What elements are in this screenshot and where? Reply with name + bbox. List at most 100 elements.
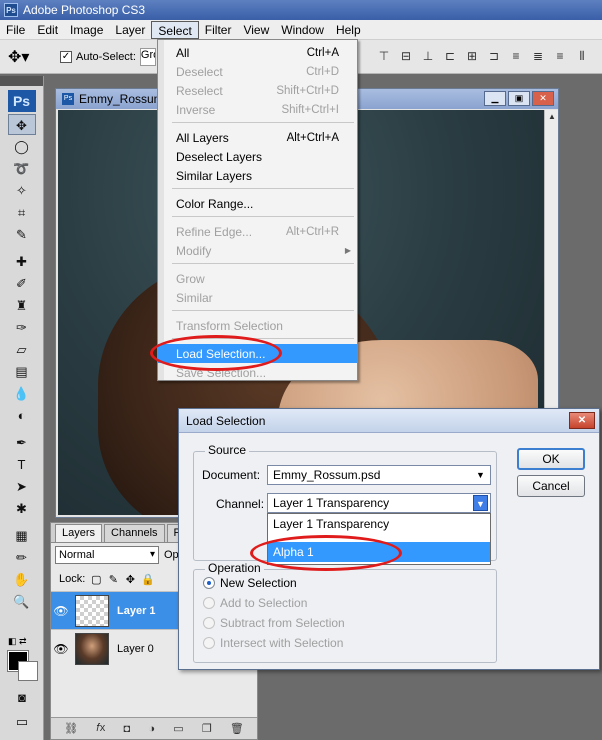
slice-tool-icon[interactable]: ✎ bbox=[8, 224, 36, 245]
auto-select-checkbox[interactable]: ✓ bbox=[60, 50, 72, 63]
menu-layer[interactable]: Layer bbox=[109, 21, 151, 39]
menu-file[interactable]: File bbox=[0, 21, 31, 39]
clone-stamp-tool-icon[interactable]: ♜ bbox=[8, 295, 36, 316]
minimize-icon[interactable]: ▁ bbox=[484, 91, 506, 106]
menu-window[interactable]: Window bbox=[275, 21, 330, 39]
radio-new-selection[interactable]: New Selection bbox=[203, 576, 297, 590]
align-center-icon[interactable]: ⊞ bbox=[464, 48, 480, 64]
align-middle-icon[interactable]: ⊟ bbox=[398, 48, 414, 64]
menu-item-reselect[interactable]: Reselect Shift+Ctrl+D bbox=[158, 81, 357, 100]
chevron-down-icon[interactable]: ▼ bbox=[473, 467, 488, 483]
crop-tool-icon[interactable]: ⌗ bbox=[8, 202, 36, 223]
layer-mask-icon[interactable]: ◘ bbox=[123, 723, 130, 735]
marquee-tool-icon[interactable]: ◯ bbox=[8, 136, 36, 157]
menu-item-deselect[interactable]: Deselect Ctrl+D bbox=[158, 62, 357, 81]
notes-tool-icon[interactable]: ▦ bbox=[8, 525, 36, 546]
tab-layers[interactable]: Layers bbox=[55, 524, 103, 542]
move-tool-icon[interactable]: ✥ bbox=[7, 114, 36, 135]
chevron-down-icon[interactable]: ▼ bbox=[473, 495, 488, 511]
menu-select[interactable]: Select bbox=[151, 20, 199, 39]
menu-view[interactable]: View bbox=[237, 21, 275, 39]
menu-item-color-range[interactable]: Color Range... bbox=[158, 194, 357, 213]
type-tool-icon[interactable]: T bbox=[8, 454, 36, 475]
gradient-tool-icon[interactable]: ▤ bbox=[8, 361, 36, 382]
new-layer-icon[interactable]: ❐ bbox=[202, 722, 212, 735]
close-icon[interactable]: ✕ bbox=[532, 91, 554, 106]
dodge-tool-icon[interactable]: ◐ bbox=[8, 405, 36, 426]
screen-mode-icon[interactable]: ▭ bbox=[8, 711, 36, 732]
visibility-eye-icon[interactable]: 👁 bbox=[51, 642, 71, 656]
radio-button[interactable] bbox=[203, 637, 215, 649]
menu-help[interactable]: Help bbox=[330, 21, 367, 39]
menu-edit[interactable]: Edit bbox=[31, 21, 64, 39]
auto-select-dropdown[interactable]: Gro bbox=[139, 47, 156, 66]
history-brush-tool-icon[interactable]: ✑ bbox=[8, 317, 36, 338]
tab-channels[interactable]: Channels bbox=[104, 524, 165, 542]
path-selection-tool-icon[interactable]: ➤ bbox=[8, 476, 36, 497]
lock-position-icon[interactable]: ✥ bbox=[124, 573, 136, 586]
healing-brush-tool-icon[interactable]: ✚ bbox=[8, 251, 36, 272]
scroll-up-icon[interactable]: ▲ bbox=[545, 110, 559, 124]
menu-item-similar[interactable]: Similar bbox=[158, 288, 357, 307]
eraser-tool-icon[interactable]: ▱ bbox=[8, 339, 36, 360]
default-colors-icon[interactable]: ◧ ⇄ bbox=[8, 636, 27, 647]
background-color-swatch[interactable] bbox=[18, 661, 38, 681]
distribute-middle-icon[interactable]: ≣ bbox=[530, 48, 546, 64]
tools-panel-grip[interactable] bbox=[0, 76, 43, 86]
lasso-tool-icon[interactable]: ➰ bbox=[8, 158, 36, 179]
lock-all-icon[interactable]: 🔒 bbox=[141, 573, 155, 586]
link-layers-icon[interactable]: ⛓ bbox=[64, 722, 78, 735]
menu-item-grow[interactable]: Grow bbox=[158, 269, 357, 288]
channel-option-alpha-1[interactable]: Alpha 1 bbox=[268, 542, 490, 562]
brush-tool-icon[interactable]: ✐ bbox=[8, 273, 36, 294]
radio-button[interactable] bbox=[203, 597, 215, 609]
quick-mask-icon[interactable]: ◙ bbox=[8, 687, 36, 708]
align-right-icon[interactable]: ⊐ bbox=[486, 48, 502, 64]
distribute-top-icon[interactable]: ≡ bbox=[508, 48, 524, 64]
align-left-icon[interactable]: ⊏ bbox=[442, 48, 458, 64]
menu-item-modify[interactable]: Modify ▶ bbox=[158, 241, 357, 260]
blur-tool-icon[interactable]: 💧 bbox=[8, 383, 36, 404]
lock-image-icon[interactable]: ✎ bbox=[107, 573, 119, 586]
photoshop-tools-logo-icon[interactable]: Ps bbox=[7, 90, 36, 112]
radio-subtract-from-selection[interactable]: Subtract from Selection bbox=[203, 616, 345, 630]
channel-select[interactable]: Layer 1 Transparency ▼ bbox=[267, 493, 491, 513]
radio-intersect-with-selection[interactable]: Intersect with Selection bbox=[203, 636, 343, 650]
menu-item-all-layers[interactable]: All Layers Alt+Ctrl+A bbox=[158, 128, 357, 147]
distribute-left-icon[interactable]: ⦀ bbox=[574, 48, 590, 64]
menu-item-all[interactable]: All Ctrl+A bbox=[158, 43, 357, 62]
shape-tool-icon[interactable]: ✱ bbox=[8, 498, 36, 519]
pen-tool-icon[interactable]: ✒ bbox=[8, 432, 36, 453]
align-bottom-icon[interactable]: ⊥ bbox=[420, 48, 436, 64]
distribute-center-icon[interactable]: ⦀ bbox=[596, 48, 602, 64]
dialog-close-icon[interactable]: ✕ bbox=[569, 412, 595, 429]
menu-item-load-selection[interactable]: Load Selection... bbox=[158, 344, 357, 363]
zoom-tool-icon[interactable]: 🔍 bbox=[8, 591, 36, 612]
lock-transparent-icon[interactable]: ▢ bbox=[90, 573, 102, 586]
maximize-icon[interactable]: ▣ bbox=[508, 91, 530, 106]
menu-item-deselect-layers[interactable]: Deselect Layers bbox=[158, 147, 357, 166]
move-tool-preset-icon[interactable]: ✥▾ bbox=[8, 46, 42, 68]
adjustment-layer-icon[interactable]: ◑ bbox=[148, 723, 155, 735]
radio-button[interactable] bbox=[203, 577, 215, 589]
new-group-icon[interactable]: ▭ bbox=[173, 722, 183, 735]
menu-image[interactable]: Image bbox=[64, 21, 109, 39]
hand-tool-icon[interactable]: ✋ bbox=[8, 569, 36, 590]
menu-item-similar-layers[interactable]: Similar Layers bbox=[158, 166, 357, 185]
distribute-bottom-icon[interactable]: ≡ bbox=[552, 48, 568, 64]
cancel-button[interactable]: Cancel bbox=[517, 475, 585, 497]
visibility-eye-icon[interactable]: 👁 bbox=[51, 604, 71, 618]
align-top-icon[interactable]: ⊤ bbox=[376, 48, 392, 64]
layer-style-icon[interactable]: 𝑓x bbox=[96, 722, 105, 735]
menu-item-transform-selection[interactable]: Transform Selection bbox=[158, 316, 357, 335]
blend-mode-select[interactable]: Normal bbox=[55, 546, 159, 564]
magic-wand-tool-icon[interactable]: ✧ bbox=[8, 180, 36, 201]
eyedropper-tool-icon[interactable]: ✏ bbox=[8, 547, 36, 568]
menu-item-save-selection[interactable]: Save Selection... bbox=[158, 363, 357, 382]
delete-layer-icon[interactable]: 🗑 bbox=[230, 722, 244, 735]
ok-button[interactable]: OK bbox=[517, 448, 585, 470]
menu-item-inverse[interactable]: Inverse Shift+Ctrl+I bbox=[158, 100, 357, 119]
radio-button[interactable] bbox=[203, 617, 215, 629]
radio-add-to-selection[interactable]: Add to Selection bbox=[203, 596, 307, 610]
dialog-title-bar[interactable]: Load Selection bbox=[179, 409, 599, 433]
